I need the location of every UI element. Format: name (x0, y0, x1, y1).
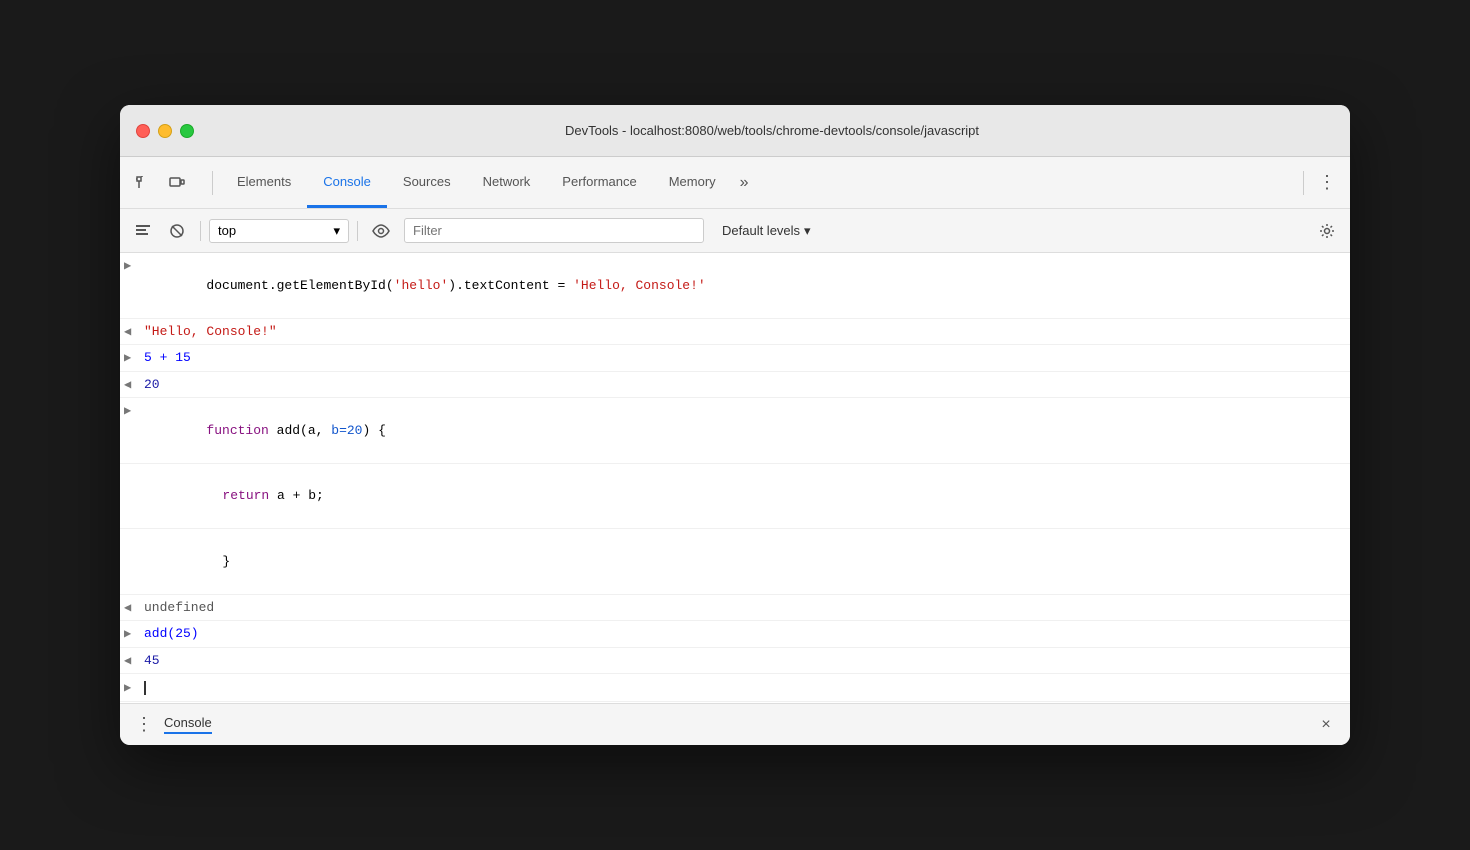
tab-divider (212, 171, 213, 195)
tabs-list: Elements Console Sources Network Perform… (221, 157, 732, 208)
traffic-lights (136, 124, 194, 138)
console-line-1: ▶ document.getElementById('hello').textC… (120, 253, 1350, 319)
console-text-3: 5 + 15 (144, 348, 1342, 368)
bottom-bar: ⋮ Console × (120, 703, 1350, 745)
console-text-8: 45 (144, 651, 1342, 671)
arrow-left-8: ◀ (124, 651, 144, 670)
console-text-6: undefined (144, 598, 1342, 618)
clear-console-button[interactable] (128, 216, 158, 246)
console-cursor (144, 681, 146, 695)
devtools-window: DevTools - localhost:8080/web/tools/chro… (120, 105, 1350, 745)
maximize-button[interactable] (180, 124, 194, 138)
tab-network[interactable]: Network (467, 157, 547, 208)
tab-console[interactable]: Console (307, 157, 387, 208)
console-line-2: ◀ "Hello, Console!" (120, 319, 1350, 346)
console-text-4: 20 (144, 375, 1342, 395)
arrow-empty-5r: ▶ (124, 467, 144, 486)
arrow-left-2: ◀ (124, 322, 144, 341)
console-input-line[interactable]: ▶ (120, 674, 1350, 702)
window-title: DevTools - localhost:8080/web/tools/chro… (210, 123, 1334, 138)
minimize-button[interactable] (158, 124, 172, 138)
console-text-5c: } (144, 532, 1342, 591)
console-text-2: "Hello, Console!" (144, 322, 1342, 342)
arrow-right-1: ▶ (124, 256, 144, 275)
console-text-5r: return a + b; (144, 467, 1342, 526)
tab-performance[interactable]: Performance (546, 157, 652, 208)
bottom-menu-button[interactable]: ⋮ (132, 713, 156, 737)
console-line-7: ▶ add(25) (120, 621, 1350, 648)
arrow-right-3: ▶ (124, 348, 144, 367)
inspect-element-button[interactable] (128, 168, 158, 198)
execution-context-select[interactable]: top ▾ (209, 219, 349, 243)
tab-icons (128, 168, 192, 198)
console-text-5: function add(a, b=20) { (144, 401, 1342, 460)
console-line-5-return: ▶ return a + b; (120, 464, 1350, 530)
console-text-7: add(25) (144, 624, 1342, 644)
tabs-bar: Elements Console Sources Network Perform… (120, 157, 1350, 209)
console-output: ▶ document.getElementById('hello').textC… (120, 253, 1350, 703)
more-tabs-button[interactable]: » (732, 174, 757, 192)
live-expression-button[interactable] (366, 216, 396, 246)
bottom-close-button[interactable]: × (1314, 713, 1338, 737)
console-line-6: ◀ undefined (120, 595, 1350, 622)
console-line-5: ▶ function add(a, b=20) { (120, 398, 1350, 464)
toolbar-divider-2 (357, 221, 358, 241)
toolbar-divider-1 (200, 221, 201, 241)
stop-messages-button[interactable] (162, 216, 192, 246)
tab-divider-2 (1303, 171, 1304, 195)
arrow-empty-5c: ▶ (124, 532, 144, 551)
tab-sources[interactable]: Sources (387, 157, 467, 208)
filter-container (404, 218, 704, 243)
input-arrow: ▶ (124, 678, 144, 697)
close-button[interactable] (136, 124, 150, 138)
console-line-3: ▶ 5 + 15 (120, 345, 1350, 372)
console-line-8: ◀ 45 (120, 648, 1350, 675)
console-toolbar: top ▾ Default levels ▾ (120, 209, 1350, 253)
arrow-right-7: ▶ (124, 624, 144, 643)
devtools-menu-button[interactable]: ⋮ (1312, 168, 1342, 198)
console-line-5-close: ▶ } (120, 529, 1350, 595)
arrow-left-4: ◀ (124, 375, 144, 394)
tab-elements[interactable]: Elements (221, 157, 307, 208)
bottom-console-label: Console (164, 715, 212, 734)
arrow-right-5: ▶ (124, 401, 144, 420)
arrow-left-6: ◀ (124, 598, 144, 617)
console-text-1: document.getElementById('hello').textCon… (144, 256, 1342, 315)
tab-memory[interactable]: Memory (653, 157, 732, 208)
title-bar: DevTools - localhost:8080/web/tools/chro… (120, 105, 1350, 157)
device-toolbar-button[interactable] (162, 168, 192, 198)
log-levels-button[interactable]: Default levels ▾ (712, 219, 821, 243)
console-line-4: ◀ 20 (120, 372, 1350, 399)
console-settings-button[interactable] (1312, 216, 1342, 246)
filter-input[interactable] (405, 219, 703, 242)
